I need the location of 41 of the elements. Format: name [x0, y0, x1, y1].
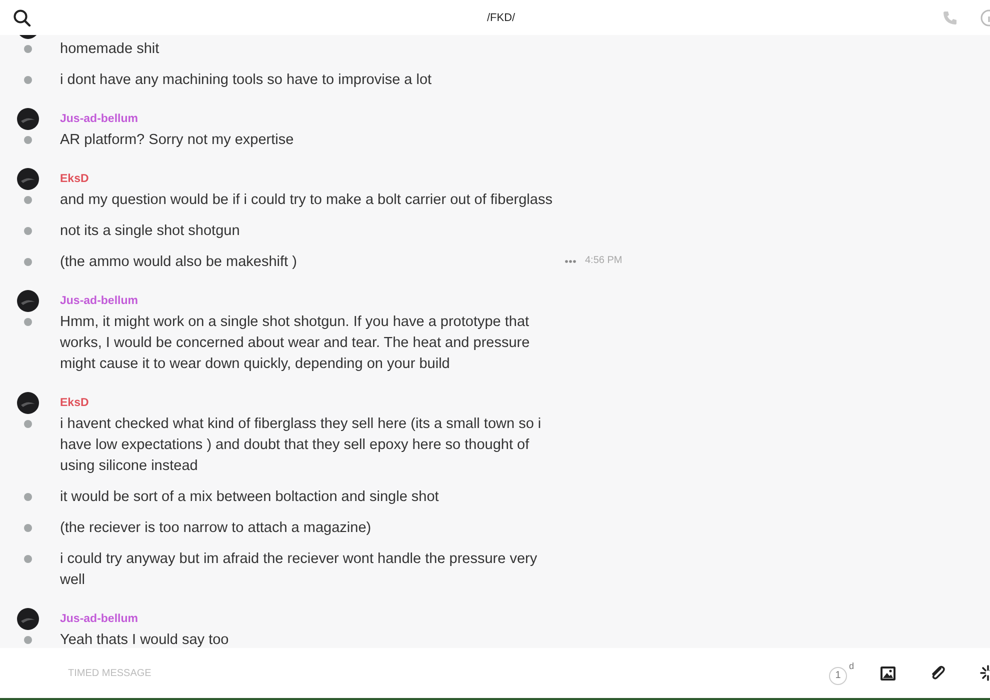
search-icon[interactable]: [13, 8, 31, 26]
avatar[interactable]: [17, 108, 39, 130]
avatar[interactable]: [17, 392, 39, 414]
author-name[interactable]: EksD: [60, 397, 89, 409]
message-text: not its a single shot shotgun: [60, 222, 241, 241]
channel-title: /FKD/: [487, 12, 516, 24]
status-dot-icon: [24, 493, 32, 501]
message-text: i havent checked what kind of fiberglass they sell here (its a small town so i have low expectations ) and doubt that they sell epoxy here so thought of using silicone instead: [60, 415, 542, 476]
image-icon[interactable]: [880, 666, 896, 680]
author-name[interactable]: Jus-ad-bellum: [60, 295, 138, 307]
message-text: i dont have any machining tools so have to improvise a lot: [60, 71, 433, 90]
message-text: (the ammo would also be makeshift ): [60, 253, 298, 272]
message-text: it would be sort of a mix between boltaction and single shot: [60, 488, 440, 507]
status-dot-icon: [24, 227, 32, 235]
message-text: homemade shit: [60, 40, 160, 59]
status-dot-icon: [24, 636, 32, 644]
author-name[interactable]: Jus-ad-bellum: [60, 113, 138, 125]
status-dot-icon: [24, 45, 32, 53]
status-dot-icon: [24, 258, 32, 266]
message-time: 4:56 PM: [585, 255, 622, 266]
avatar[interactable]: [17, 290, 39, 312]
more-icon[interactable]: [565, 260, 576, 263]
status-dot-icon: [24, 136, 32, 144]
message-text: Hmm, it might work on a single shot shotgun. If you have a prototype that works, I would be concerned about wear and tear. The heat and pressure might cause it to wear down quickly, depending on your build: [60, 313, 531, 374]
message-text: (the reciever is too narrow to attach a magazine): [60, 519, 372, 538]
author-name[interactable]: Jus-ad-bellum: [60, 613, 138, 625]
message-text: i could try anyway but im afraid the reciever wont handle the pressure very well: [60, 550, 538, 590]
author-name[interactable]: EksD: [60, 173, 89, 185]
status-dot-icon: [24, 318, 32, 326]
message-text: and my question would be if i could try to make a bolt carrier out of fiberglass: [60, 191, 554, 210]
message-text: Yeah thats I would say too: [60, 631, 230, 648]
status-dot-icon: [24, 196, 32, 204]
paperclip-icon[interactable]: [930, 665, 946, 681]
message-input[interactable]: TIMED MESSAGE: [66, 666, 795, 680]
status-dot-icon: [24, 555, 32, 563]
status-dot-icon: [24, 76, 32, 84]
message-text: AR platform? Sorry not my expertise: [60, 131, 295, 150]
avatar[interactable]: [17, 168, 39, 190]
status-dot-icon: [24, 524, 32, 532]
status-dot-icon: [24, 420, 32, 428]
avatar[interactable]: [17, 608, 39, 630]
